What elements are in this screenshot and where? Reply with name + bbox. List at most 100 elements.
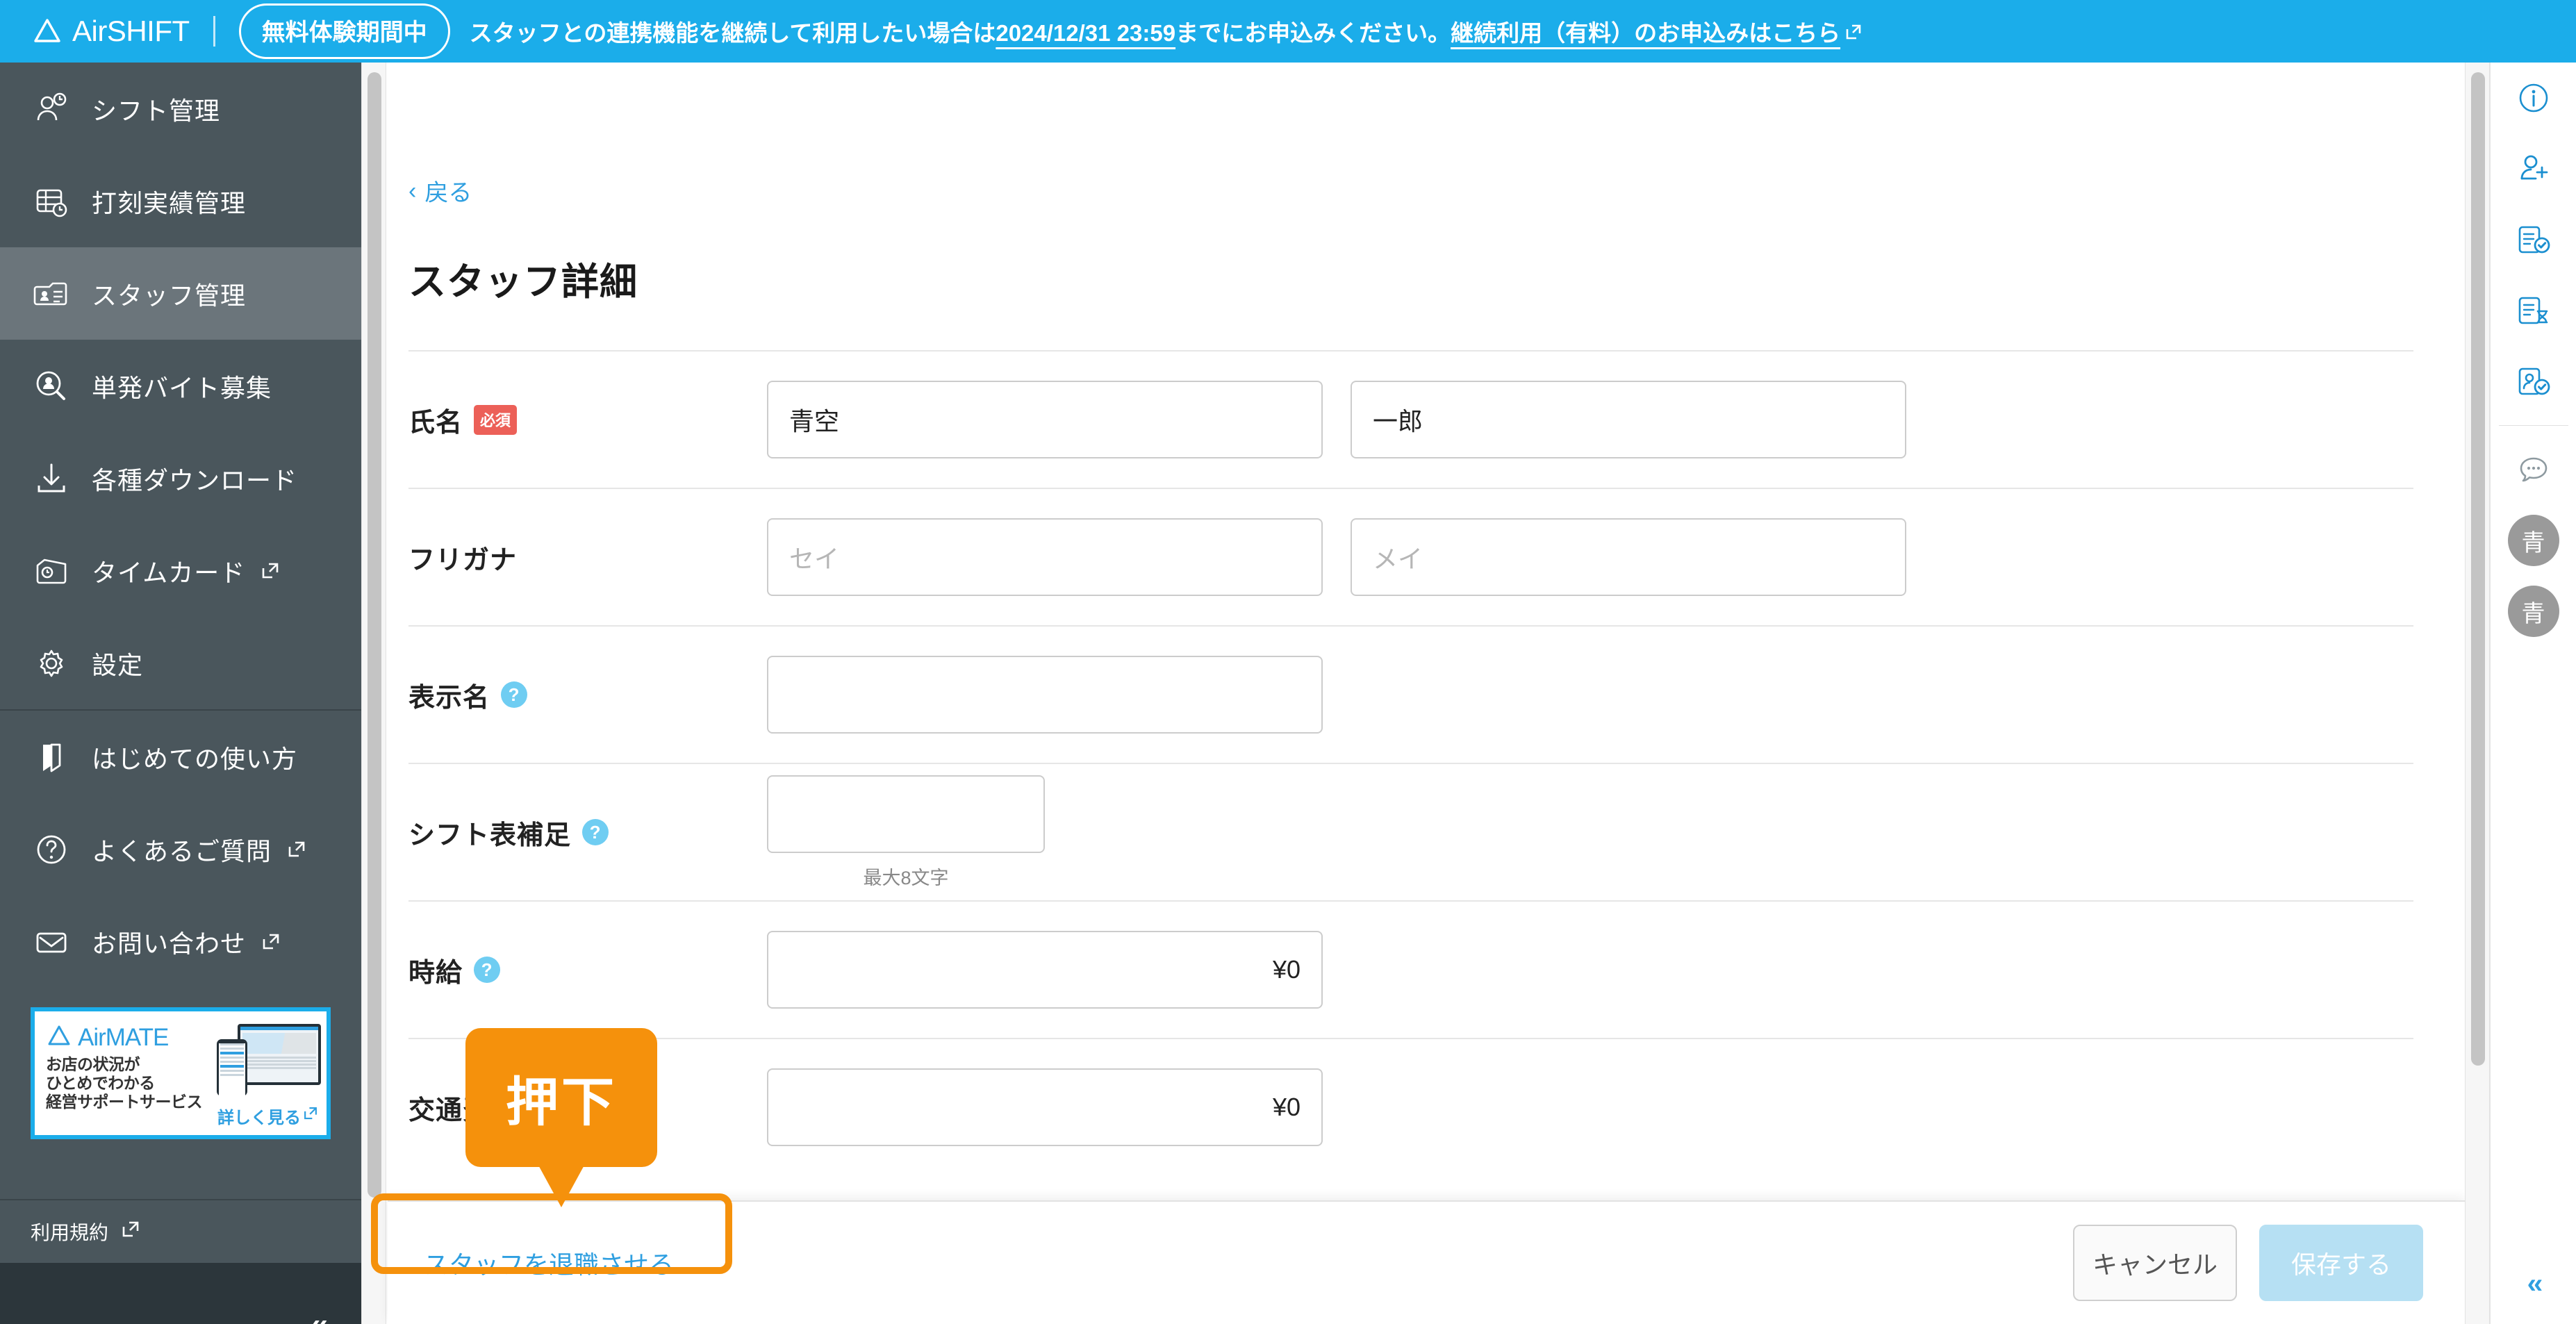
form-fields: ¥0 [767, 931, 1323, 1009]
sidebar-collapse-button[interactable]: ‹‹ [0, 1263, 361, 1324]
sidebar-item-tanpatsu-baito[interactable]: 単発バイト募集 [0, 340, 361, 432]
main-scrollbar[interactable] [2465, 63, 2490, 1324]
cancel-button[interactable]: キャンセル [2073, 1225, 2237, 1301]
first-name-input[interactable]: 一郎 [1351, 381, 1906, 458]
back-link[interactable]: ‹ 戻る [408, 174, 472, 208]
shift-note-hint: 最大8文字 [863, 867, 949, 888]
action-buttons: キャンセル 保存する [2073, 1225, 2423, 1301]
sidebar-item-label: 設定 [92, 650, 144, 679]
external-link-icon [303, 1106, 318, 1126]
top-banner: AirSHIFT 無料体験期間中 スタッフとの連携機能を継続して利用したい場合は… [0, 0, 2576, 63]
sidebar-item-getting-started[interactable]: はじめての使い方 [0, 711, 361, 803]
right-rail-buttons: 青 青 [2491, 63, 2576, 647]
chevron-left-icon: ‹ [408, 177, 417, 204]
required-badge: 必須 [474, 404, 518, 435]
last-name-input[interactable]: 青空 [767, 381, 1323, 458]
double-chevron-left-icon: ‹‹ [311, 1307, 328, 1324]
banner-deadline: 2024/12/31 23:59 [996, 20, 1176, 46]
info-icon-button[interactable] [2491, 63, 2576, 133]
help-icon[interactable]: ? [501, 681, 528, 708]
promo-artwork [217, 1021, 321, 1099]
form-label-text: シフト表補足 [408, 820, 572, 850]
avatar[interactable]: 青 [2507, 586, 2559, 637]
id-card-icon [31, 273, 72, 315]
display-name-input[interactable] [767, 656, 1323, 734]
back-label: 戻る [424, 180, 472, 206]
avatar[interactable]: 青 [2507, 515, 2559, 566]
last-name-kana-input[interactable]: セイ [767, 518, 1323, 596]
sidebar-item-label: お問い合わせ [92, 929, 247, 958]
form-fields: セイ メイ [767, 518, 1906, 596]
annotation-bubble-tail [536, 1161, 586, 1207]
person-search-icon [31, 365, 72, 407]
sidebar-scrollbar[interactable] [361, 63, 386, 1324]
shift-note-input[interactable] [767, 775, 1045, 853]
timecard-clock-icon [31, 550, 72, 592]
help-icon[interactable]: ? [474, 957, 501, 983]
sidebar-item-timecard[interactable]: タイムカード [0, 524, 361, 617]
promo-more-link[interactable]: 詳しく見る [217, 1104, 318, 1128]
person-clock-icon [31, 88, 72, 130]
form-row-transport-fee: 交通費 ? ¥0 [408, 1038, 2413, 1175]
sidebar-item-dakoku-jisseki[interactable]: 打刻実績管理 [0, 155, 361, 247]
promo-more-label: 詳しく見る [217, 1109, 301, 1127]
sidebar-item-shift-kanri[interactable]: シフト管理 [0, 63, 361, 155]
add-staff-button[interactable] [2491, 133, 2576, 204]
form-fields: 青空 一郎 [767, 381, 1906, 458]
hourly-wage-input[interactable]: ¥0 [767, 931, 1323, 1009]
rail-collapse-button[interactable]: ‹‹ [2491, 1243, 2576, 1324]
sidebar-item-staff-kanri[interactable]: スタッフ管理 [0, 247, 361, 340]
first-name-kana-input[interactable]: メイ [1351, 518, 1906, 596]
form-label: 氏名 必須 [408, 401, 767, 439]
person-add-icon [2514, 149, 2553, 188]
banner-prefix: スタッフとの連携機能を継続して利用したい場合は [469, 20, 996, 46]
sidebar-item-settings[interactable]: 設定 [0, 617, 361, 709]
form-label-text: 表示名 [408, 683, 490, 713]
sidebar-item-contact[interactable]: お問い合わせ [0, 895, 361, 988]
sidebar-scrollbar-thumb[interactable] [368, 72, 381, 1198]
external-link-icon [287, 840, 306, 859]
save-button[interactable]: 保存する [2259, 1225, 2423, 1301]
airmate-promo-banner[interactable]: AirMATE お店の状況が ひとめでわかる 経営サポートサービス 詳しく見る [31, 1007, 331, 1139]
airshift-triangle-logo-icon [32, 16, 63, 47]
form-label: シフト表補足 ? [408, 813, 767, 852]
help-icon[interactable]: ? [582, 819, 609, 845]
external-link-icon [1844, 20, 1863, 40]
sidebar-item-label: 各種ダウンロード [92, 465, 298, 495]
external-link-icon [261, 932, 281, 952]
chat-button[interactable] [2491, 434, 2576, 505]
right-rail: 青 青 ‹‹ [2490, 63, 2576, 1324]
sidebar-item-faq[interactable]: よくあるご質問 [0, 803, 361, 895]
transport-fee-input[interactable]: ¥0 [767, 1068, 1323, 1146]
sidebar-item-label: よくあるご質問 [92, 836, 272, 866]
double-chevron-left-icon: ‹‹ [2527, 1268, 2543, 1299]
document-check-icon [2514, 220, 2553, 259]
staff-confirm-button[interactable] [2491, 346, 2576, 417]
airmate-logo-text: AirMATE [78, 1023, 169, 1051]
form-label: 表示名 ? [408, 676, 767, 714]
rail-divider [2498, 425, 2568, 426]
staff-detail-form: 氏名 必須 青空 一郎 フリガナ セイ メイ 表示名 ? シフト表補足 ? 最大… [408, 350, 2413, 1175]
form-label-text: フリガナ [408, 545, 518, 575]
shift-note-field-wrap: 最大8文字 [767, 775, 1045, 890]
question-circle-icon [31, 829, 72, 870]
form-label: フリガナ [408, 538, 767, 577]
info-circle-icon [2514, 78, 2553, 117]
approved-requests-button[interactable] [2491, 204, 2576, 275]
form-label-text: 時給 [408, 958, 463, 988]
form-row-name: 氏名 必須 青空 一郎 [408, 350, 2413, 488]
sidebar-item-label: シフト管理 [92, 96, 221, 125]
sidebar-item-label: 単発バイト募集 [92, 373, 272, 402]
annotation-bubble: 押下 [465, 1028, 657, 1167]
form-row-furigana: フリガナ セイ メイ [408, 488, 2413, 625]
pending-requests-button[interactable] [2491, 275, 2576, 346]
sidebar-item-download[interactable]: 各種ダウンロード [0, 432, 361, 524]
download-icon [31, 458, 72, 499]
main-scrollbar-thumb[interactable] [2471, 72, 2485, 1066]
terms-label: 利用規約 [31, 1222, 109, 1243]
sidebar-item-label: はじめての使い方 [92, 744, 298, 773]
banner-cta-link[interactable]: 継続利用（有料）のお申込みはこちら [1451, 15, 1840, 48]
external-link-icon [121, 1220, 140, 1244]
brand-name: AirSHIFT [72, 15, 190, 47]
sidebar-terms-link[interactable]: 利用規約 [0, 1199, 361, 1263]
